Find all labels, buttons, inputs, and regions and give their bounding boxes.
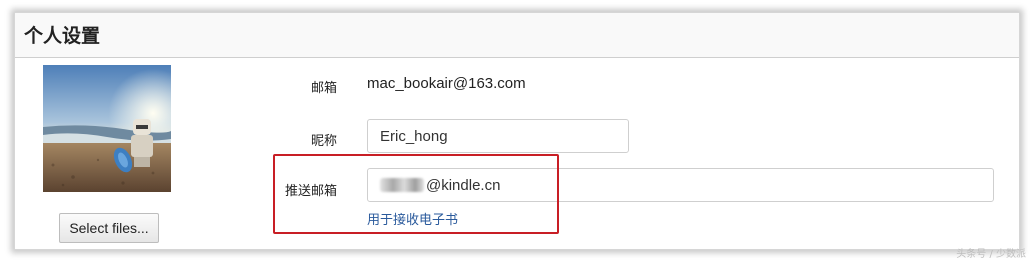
email-value: mac_bookair@163.com xyxy=(367,75,526,92)
settings-panel: 个人设置 Select files... 邮箱 mac_bookair@163.… xyxy=(14,12,1020,250)
page-title: 个人设置 xyxy=(24,25,101,47)
nickname-input[interactable]: Eric_hong xyxy=(367,119,629,153)
highlight-box xyxy=(273,154,559,234)
nickname-label: 昵称 xyxy=(310,134,337,149)
avatar-image xyxy=(43,65,171,192)
avatar xyxy=(43,65,171,192)
watermark: 头条号 / 少数派 xyxy=(956,249,1026,260)
panel-header: 个人设置 xyxy=(15,13,1019,58)
email-label: 邮箱 xyxy=(310,81,337,96)
select-files-button[interactable]: Select files... xyxy=(59,213,159,243)
nickname-input-value: Eric_hong xyxy=(380,127,448,145)
